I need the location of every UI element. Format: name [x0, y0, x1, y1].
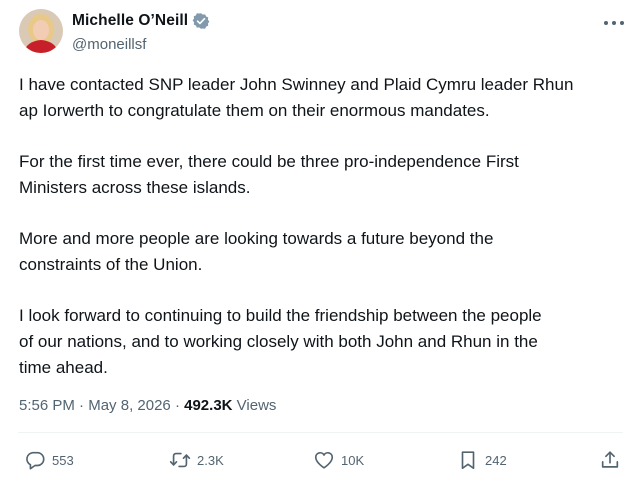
action-bar: 553 2.3K 10K 242 — [0, 449, 640, 475]
tweet-date[interactable]: May 8, 2026 — [88, 397, 171, 414]
bookmark-button[interactable]: 242 — [457, 449, 507, 471]
repost-count: 2.3K — [197, 452, 224, 468]
bookmark-count: 242 — [485, 452, 507, 468]
tweet-paragraph: I have contacted SNP leader John Swinney… — [19, 75, 574, 120]
divider — [18, 432, 623, 433]
tweet-paragraph: For the first time ever, there could be … — [19, 152, 519, 197]
repost-button[interactable]: 2.3K — [169, 449, 224, 471]
views-label: Views — [236, 397, 277, 414]
tweet-card: Michelle O’Neill @moneillsf I have conta… — [0, 0, 640, 490]
author-row: Michelle O’Neill — [72, 12, 210, 30]
tweet-meta: 5:56 PM · May 8, 2026 · 492.3K Views — [19, 397, 276, 414]
like-count: 10K — [341, 452, 365, 468]
more-icon[interactable] — [603, 18, 625, 28]
like-icon — [314, 451, 334, 469]
author-handle[interactable]: @moneillsf — [72, 36, 146, 53]
reply-icon — [26, 451, 45, 470]
tweet-paragraph: More and more people are looking towards… — [19, 229, 494, 274]
reply-count: 553 — [52, 452, 74, 468]
share-icon — [601, 451, 619, 468]
reply-button[interactable]: 553 — [24, 449, 74, 471]
share-button[interactable] — [599, 449, 621, 471]
tweet-text: I have contacted SNP leader John Swinney… — [19, 72, 624, 406]
views-count[interactable]: 492.3K — [184, 397, 232, 414]
author-name[interactable]: Michelle O’Neill — [72, 12, 188, 30]
like-button[interactable]: 10K — [313, 449, 364, 471]
verified-badge-icon — [192, 13, 210, 29]
repost-icon — [169, 452, 191, 468]
meta-separator: · — [174, 397, 185, 414]
bookmark-icon — [461, 451, 475, 470]
tweet-paragraph: I look forward to continuing to build th… — [19, 306, 542, 377]
avatar[interactable] — [19, 9, 63, 53]
tweet-time[interactable]: 5:56 PM — [19, 397, 75, 414]
meta-separator: · — [79, 397, 89, 414]
